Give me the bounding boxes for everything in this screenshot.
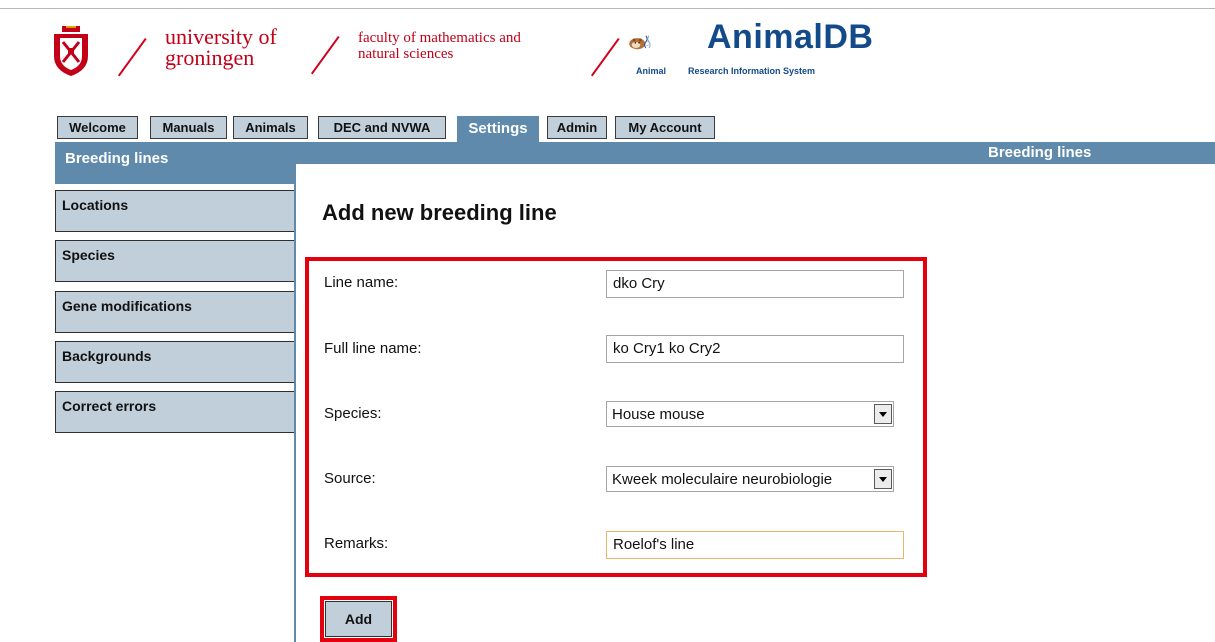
line-name-input[interactable]: dko Cry — [606, 270, 904, 298]
app-subtitle-part-2: Research Information System — [688, 66, 816, 76]
faculty-line-2: natural sciences — [358, 46, 454, 62]
app-title: AnimalDB — [707, 18, 874, 56]
tab-admin[interactable]: Admin — [547, 116, 607, 139]
faculty-line-1: faculty of mathematics and — [358, 30, 521, 46]
tab-dec-nvwa[interactable]: DEC and NVWA — [318, 116, 446, 139]
university-crest-icon — [54, 26, 88, 76]
app-subtitle: Animal Research Information System — [636, 66, 815, 76]
species-select[interactable]: House mouse — [606, 401, 894, 427]
sidebar-item-gene-modifications[interactable]: Gene modifications — [55, 291, 295, 333]
tab-animals[interactable]: Animals — [233, 116, 308, 139]
source-label: Source: — [324, 470, 376, 487]
tab-my-account[interactable]: My Account — [615, 116, 715, 139]
university-name: university of groningen — [165, 24, 277, 70]
divider-slash — [117, 38, 147, 77]
university-line-1: university of — [165, 24, 277, 49]
divider-slash — [310, 36, 340, 75]
species-selected-value: House mouse — [612, 406, 705, 423]
sidebar-item-correct-errors[interactable]: Correct errors — [55, 391, 295, 433]
header: university of groningen faculty of mathe… — [0, 0, 1215, 110]
species-label: Species: — [324, 405, 382, 422]
tab-welcome[interactable]: Welcome — [57, 116, 138, 139]
app-subtitle-part-1: Animal — [636, 66, 667, 76]
sidebar-item-breeding-lines[interactable]: Breeding lines — [55, 142, 295, 184]
hamster-logo-icon — [629, 35, 651, 50]
tab-manuals[interactable]: Manuals — [150, 116, 227, 139]
page-title: Breeding lines — [988, 144, 1092, 161]
sidebar-item-species[interactable]: Species — [55, 240, 295, 282]
remarks-input[interactable]: Roelof's line — [606, 531, 904, 559]
chevron-down-icon[interactable] — [874, 469, 892, 489]
add-button[interactable]: Add — [325, 601, 392, 637]
full-line-name-input[interactable]: ko Cry1 ko Cry2 — [606, 335, 904, 363]
university-line-2: groningen — [165, 45, 255, 70]
line-name-label: Line name: — [324, 274, 399, 291]
form-heading: Add new breeding line — [322, 200, 557, 225]
remarks-label: Remarks: — [324, 535, 389, 552]
full-line-name-label: Full line name: — [324, 340, 422, 357]
source-select[interactable]: Kweek moleculaire neurobiologie — [606, 466, 894, 492]
tab-settings[interactable]: Settings — [457, 116, 539, 142]
source-selected-value: Kweek moleculaire neurobiologie — [612, 471, 833, 488]
faculty-name: faculty of mathematics and natural scien… — [358, 30, 521, 62]
divider-slash — [590, 38, 620, 77]
sidebar-item-locations[interactable]: Locations — [55, 190, 295, 232]
chevron-down-icon[interactable] — [874, 404, 892, 424]
sidebar-item-backgrounds[interactable]: Backgrounds — [55, 341, 295, 383]
